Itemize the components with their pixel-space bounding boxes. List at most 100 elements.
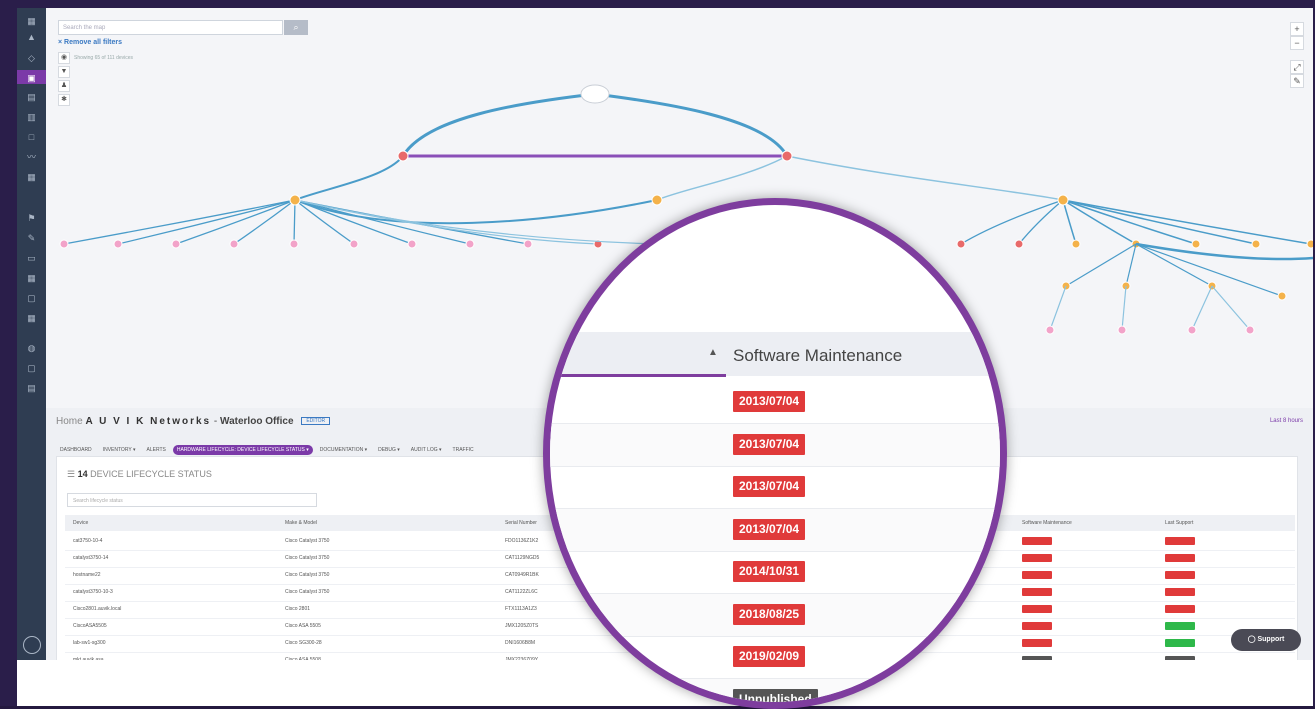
device-node[interactable] bbox=[1118, 326, 1126, 334]
col-software-maintenance[interactable]: Software Maintenance bbox=[1022, 520, 1072, 526]
device-node[interactable] bbox=[60, 240, 68, 248]
device-node[interactable] bbox=[408, 240, 416, 248]
box-icon[interactable]: □ bbox=[26, 132, 37, 143]
device-node[interactable] bbox=[350, 240, 358, 248]
device-node[interactable] bbox=[230, 240, 238, 248]
device-node[interactable] bbox=[524, 240, 532, 248]
device-node[interactable] bbox=[1188, 326, 1196, 334]
cell-model: Cisco 2801 bbox=[285, 606, 310, 612]
device-node[interactable] bbox=[466, 240, 474, 248]
cell-serial: DNI1606B8M bbox=[505, 640, 535, 646]
cell-model: Cisco Catalyst 3750 bbox=[285, 555, 329, 561]
tab-6[interactable]: AUDIT LOG ▾ bbox=[407, 445, 446, 455]
device-node[interactable] bbox=[1246, 326, 1254, 334]
time-range-link[interactable]: Last 8 hours bbox=[1270, 418, 1303, 424]
link-line bbox=[294, 200, 295, 244]
grid-icon[interactable]: ▦ bbox=[26, 273, 37, 284]
device-node[interactable] bbox=[1252, 240, 1260, 248]
tab-bar: DASHBOARDINVENTORY ▾ALERTSHARDWARE LIFEC… bbox=[56, 438, 481, 450]
link-line bbox=[1063, 200, 1256, 244]
link-line bbox=[1126, 244, 1136, 286]
link-line bbox=[403, 94, 595, 156]
diamond-icon[interactable]: ◇ bbox=[26, 53, 37, 64]
tab-7[interactable]: TRAFFIC bbox=[449, 445, 478, 455]
status-tag bbox=[1022, 622, 1052, 630]
device-node[interactable] bbox=[398, 151, 408, 161]
zoom-out-button[interactable]: − bbox=[1290, 36, 1304, 50]
cell-serial: CAT1129NGD5 bbox=[505, 555, 539, 561]
device-node[interactable] bbox=[114, 240, 122, 248]
col-serial[interactable]: Serial Number bbox=[505, 520, 537, 526]
filter-icon[interactable]: ▼ bbox=[58, 66, 70, 78]
lifecycle-filter-input[interactable]: Search lifecycle status bbox=[67, 493, 317, 507]
device-node[interactable] bbox=[290, 240, 298, 248]
brand-name: A U V I K Networks bbox=[85, 416, 211, 427]
tab-3[interactable]: HARDWARE LIFECYCLE: DEVICE LIFECYCLE STA… bbox=[173, 445, 313, 455]
col-make-model[interactable]: Make & Model bbox=[285, 520, 317, 526]
square-icon[interactable]: ▢ bbox=[26, 293, 37, 304]
status-tag bbox=[1022, 639, 1052, 647]
help-icon[interactable] bbox=[23, 636, 41, 654]
tab-4[interactable]: DOCUMENTATION ▾ bbox=[316, 445, 371, 455]
settings-icon[interactable]: ✱ bbox=[58, 94, 70, 106]
status-tag bbox=[1165, 554, 1195, 562]
grid-icon[interactable]: ▥ bbox=[26, 112, 37, 123]
maintenance-date-badge: 2018/08/25 bbox=[733, 604, 805, 625]
map-icon[interactable]: ▣ bbox=[26, 73, 37, 84]
device-node[interactable] bbox=[1192, 240, 1200, 248]
device-node[interactable] bbox=[652, 195, 662, 205]
maintenance-date-badge: 2014/10/31 bbox=[733, 561, 805, 582]
pencil-icon[interactable]: ✎ bbox=[1290, 74, 1304, 88]
map-search-button[interactable]: ⌕ bbox=[284, 20, 308, 35]
status-tag bbox=[1022, 605, 1052, 613]
chart-icon[interactable]: 〰 bbox=[26, 152, 37, 163]
maintenance-date-badge: 2013/07/04 bbox=[733, 476, 805, 497]
zoom-in-button[interactable]: + bbox=[1290, 22, 1304, 36]
list-icon[interactable]: ▤ bbox=[26, 92, 37, 103]
expand-icon[interactable]: ⤢ bbox=[1290, 60, 1304, 74]
device-node[interactable] bbox=[172, 240, 180, 248]
lens-row: 2013/07/04 bbox=[550, 509, 1000, 552]
list-icon[interactable]: ▤ bbox=[26, 383, 37, 394]
globe-icon[interactable]: ◍ bbox=[26, 343, 37, 354]
col-device[interactable]: Device bbox=[73, 520, 88, 526]
device-node[interactable] bbox=[290, 195, 300, 205]
col-last-support[interactable]: Last Support bbox=[1165, 520, 1193, 526]
device-node[interactable] bbox=[1015, 240, 1023, 248]
edit-icon[interactable]: ✎ bbox=[26, 233, 37, 244]
person-icon[interactable]: ♟ bbox=[58, 80, 70, 92]
support-button[interactable]: ◯ Support bbox=[1231, 629, 1301, 651]
cell-device: Cisco2801.auvik.local bbox=[73, 606, 121, 612]
tab-0[interactable]: DASHBOARD bbox=[56, 445, 96, 455]
status-badge: EDITOR bbox=[301, 417, 330, 425]
window-icon[interactable]: ▭ bbox=[26, 253, 37, 264]
tab-5[interactable]: DEBUG ▾ bbox=[374, 445, 404, 455]
tab-2[interactable]: ALERTS bbox=[143, 445, 170, 455]
device-node[interactable] bbox=[1072, 240, 1080, 248]
grid-icon[interactable]: ▦ bbox=[26, 313, 37, 324]
chat-icon: ◯ bbox=[1248, 636, 1258, 643]
internet-cloud-icon[interactable] bbox=[581, 85, 609, 103]
eye-icon[interactable]: ◉ bbox=[58, 52, 70, 64]
device-node[interactable] bbox=[1058, 195, 1068, 205]
remove-filters-link[interactable]: × Remove all filters bbox=[58, 39, 122, 46]
maintenance-date-badge: 2013/07/04 bbox=[733, 391, 805, 412]
square-icon[interactable]: ▢ bbox=[26, 363, 37, 374]
alert-icon[interactable]: ▲ bbox=[26, 32, 37, 43]
site-name: Waterloo Office bbox=[220, 416, 294, 427]
flag-icon[interactable]: ⚑ bbox=[26, 213, 37, 224]
breadcrumb-home[interactable]: Home bbox=[56, 416, 83, 427]
card-title-text: DEVICE LIFECYCLE STATUS bbox=[90, 469, 212, 479]
devices-shown-text: Showing 65 of 111 devices bbox=[74, 55, 133, 61]
cell-serial: CAT0949R1BK bbox=[505, 572, 539, 578]
dashboard-icon[interactable]: ▦ bbox=[26, 16, 37, 27]
table-icon[interactable]: ▦ bbox=[26, 172, 37, 183]
map-search-input[interactable]: Search the map bbox=[58, 20, 283, 35]
device-node[interactable] bbox=[782, 151, 792, 161]
tab-1[interactable]: INVENTORY ▾ bbox=[99, 445, 140, 455]
device-node[interactable] bbox=[1046, 326, 1054, 334]
maintenance-date-badge: 2013/07/04 bbox=[733, 519, 805, 540]
device-node[interactable] bbox=[1278, 292, 1286, 300]
device-node[interactable] bbox=[957, 240, 965, 248]
device-node[interactable] bbox=[1307, 240, 1313, 248]
